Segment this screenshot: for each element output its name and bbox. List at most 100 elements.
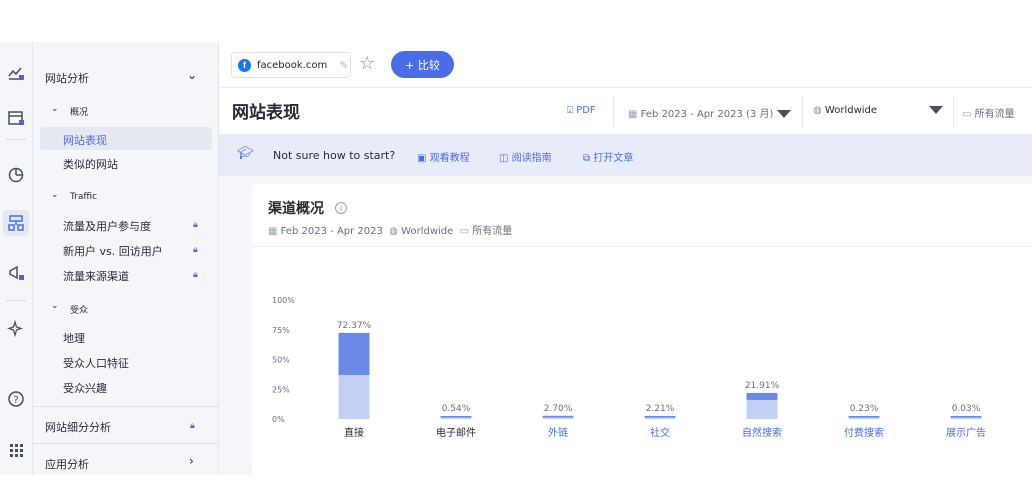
sidebar-item-new-vs-returning[interactable]: 新用户 vs. 回访用户 [63, 243, 163, 259]
y-tick-label: 50% [272, 356, 290, 365]
sidebar-section-title[interactable]: 网站分析 [45, 70, 89, 86]
video-icon: ▣ [417, 153, 430, 164]
site-name: facebook.com [257, 59, 328, 71]
chevron-down-icon[interactable]: ⌄ [51, 301, 59, 311]
svg-text:?: ? [13, 395, 18, 406]
bar-segment-light [644, 417, 676, 419]
chevron-right-icon[interactable]: › [189, 454, 194, 468]
read-guide-label: 阅读指南 [511, 153, 552, 164]
pie-chart-icon[interactable] [3, 162, 29, 188]
globe-icon: ◍ [813, 105, 825, 116]
channels-bar-chart: 100% 75% 50% 25% 0% 72.37% 直接 0.54% 电子邮件 2.70% 外链 2… [272, 296, 986, 439]
chevron-down-icon[interactable]: ⌄ [51, 190, 59, 200]
bar-segment-dark [338, 332, 370, 375]
external-link-icon: ⧉ [583, 153, 594, 164]
chevron-down-icon[interactable]: ⌄ [187, 68, 197, 82]
bar-value-label: 2.21% [646, 404, 675, 414]
watch-tutorial-link[interactable]: ▣ 观看教程 [417, 149, 470, 164]
devices-icon: ▭ [456, 226, 473, 237]
download-icon: ⍗ [567, 105, 577, 116]
card-traffic: 所有流量 [472, 226, 513, 237]
bar-segment-dark [542, 415, 574, 418]
bar-segment-light [848, 417, 880, 419]
bar-value-label: 21.91% [745, 381, 780, 391]
card-subtitle: ▦ Feb 2023 - Apr 2023 ◍ Worldwide ▭ 所有流量 [268, 222, 512, 237]
sidebar-item-website-performance[interactable]: 网站表现 [63, 132, 107, 148]
region-label: Worldwide [824, 105, 878, 116]
sidebar-item-traffic-engagement[interactable]: 流量及用户参与度 [63, 218, 151, 234]
open-article-label: 打开文章 [593, 153, 634, 164]
site-structure-icon[interactable] [3, 210, 29, 236]
help-icon[interactable]: ? [3, 386, 29, 412]
open-article-link[interactable]: ⧉ 打开文章 [583, 149, 633, 164]
bar-segment-dark [848, 416, 880, 418]
lock-icon: 🔒︎ [190, 421, 195, 431]
sidebar-item-interests[interactable]: 受众兴趣 [63, 380, 107, 396]
traffic-label: 所有流量 [974, 109, 1015, 120]
page-header: 网站表现 ⍗ PDF ▦ Feb 2023 - Apr 2023 (3 月) ◍… [219, 87, 1032, 134]
apps-grid-icon[interactable] [3, 437, 29, 463]
sidebar-item-geography[interactable]: 地理 [63, 330, 85, 346]
browser-window-icon[interactable] [3, 105, 29, 131]
book-icon: ◫ [499, 153, 512, 164]
caret-down-icon [929, 106, 944, 114]
y-tick-label: 100% [272, 296, 295, 305]
sparkle-icon[interactable] [3, 316, 29, 342]
x-category-label: 付费搜索 [844, 426, 884, 439]
sidebar-item-marketing-channels[interactable]: 流量来源渠道 [63, 268, 129, 284]
sidebar-group-audience[interactable]: 受众 [70, 303, 88, 316]
devices-icon: ▭ [962, 109, 975, 120]
pdf-label: PDF [576, 105, 596, 116]
calendar-icon: ▦ [628, 109, 641, 120]
megaphone-lock-icon[interactable] [3, 260, 29, 286]
traffic-filter[interactable]: ▭ 所有流量 [962, 105, 1015, 120]
y-tick-label: 0% [272, 415, 285, 424]
card-date: Feb 2023 - Apr 2023 [280, 226, 383, 237]
trend-lock-icon[interactable] [3, 60, 29, 86]
bar-segment-dark [950, 416, 982, 418]
bar-value-label: 0.23% [850, 404, 879, 414]
watch-tutorial-label: 观看教程 [429, 153, 470, 164]
bar-segment-dark [746, 392, 778, 400]
info-icon[interactable]: i [335, 202, 347, 214]
lock-icon: 🔒︎ [193, 220, 198, 230]
y-tick-label: 25% [272, 385, 290, 394]
lock-icon: 🔒︎ [193, 270, 198, 280]
bar-segment-light [440, 417, 472, 419]
sidebar-item-similar-sites[interactable]: 类似的网站 [63, 156, 118, 172]
sidebar-item-segment-analysis[interactable]: 网站细分分析 [45, 419, 111, 435]
help-prompt: Not sure how to start? [273, 149, 396, 162]
star-icon[interactable]: ☆ [359, 53, 375, 74]
card-region: Worldwide [401, 226, 454, 237]
graduation-cap-icon: 🎓︎ [237, 146, 254, 161]
y-tick-label: 75% [272, 326, 290, 335]
bar-value-label: 0.03% [952, 404, 981, 414]
bar-value-label: 2.70% [544, 404, 573, 414]
chevron-down-icon[interactable]: ⌄ [51, 104, 59, 114]
sidebar-item-app-analysis[interactable]: 应用分析 [45, 456, 89, 472]
icon-rail: ? [0, 42, 33, 475]
sidebar-item-demographics[interactable]: 受众人口特征 [63, 355, 129, 371]
card-title: 渠道概况 [268, 201, 324, 217]
x-category-label: 外链 [548, 426, 568, 439]
x-category-label: 社交 [650, 426, 670, 439]
bar-segment-dark [440, 416, 472, 418]
pencil-icon[interactable]: ✎ [339, 59, 348, 72]
bar-segment-light [950, 417, 982, 419]
bar-segment-light [746, 399, 778, 419]
sidebar-group-overview[interactable]: 概况 [70, 105, 88, 118]
read-guide-link[interactable]: ◫ 阅读指南 [499, 149, 552, 164]
x-category-label: 展示广告 [946, 426, 986, 439]
date-range-filter[interactable]: ▦ Feb 2023 - Apr 2023 (3 月) [628, 105, 791, 120]
region-filter[interactable]: ◍ Worldwide [813, 105, 944, 116]
date-range-label: Feb 2023 - Apr 2023 (3 月) [640, 109, 774, 120]
facebook-icon: f [238, 58, 251, 72]
bar-segment-light [542, 417, 574, 419]
bar-value-label: 72.37% [337, 321, 372, 331]
site-selector[interactable]: f facebook.com ✎ [231, 52, 351, 78]
bar-segment-dark [644, 416, 676, 418]
sidebar-group-traffic[interactable]: Traffic [70, 192, 97, 202]
compare-button[interactable]: + 比较 [391, 51, 454, 78]
pdf-button[interactable]: ⍗ PDF [567, 105, 596, 116]
bar-segment-light [338, 374, 370, 419]
